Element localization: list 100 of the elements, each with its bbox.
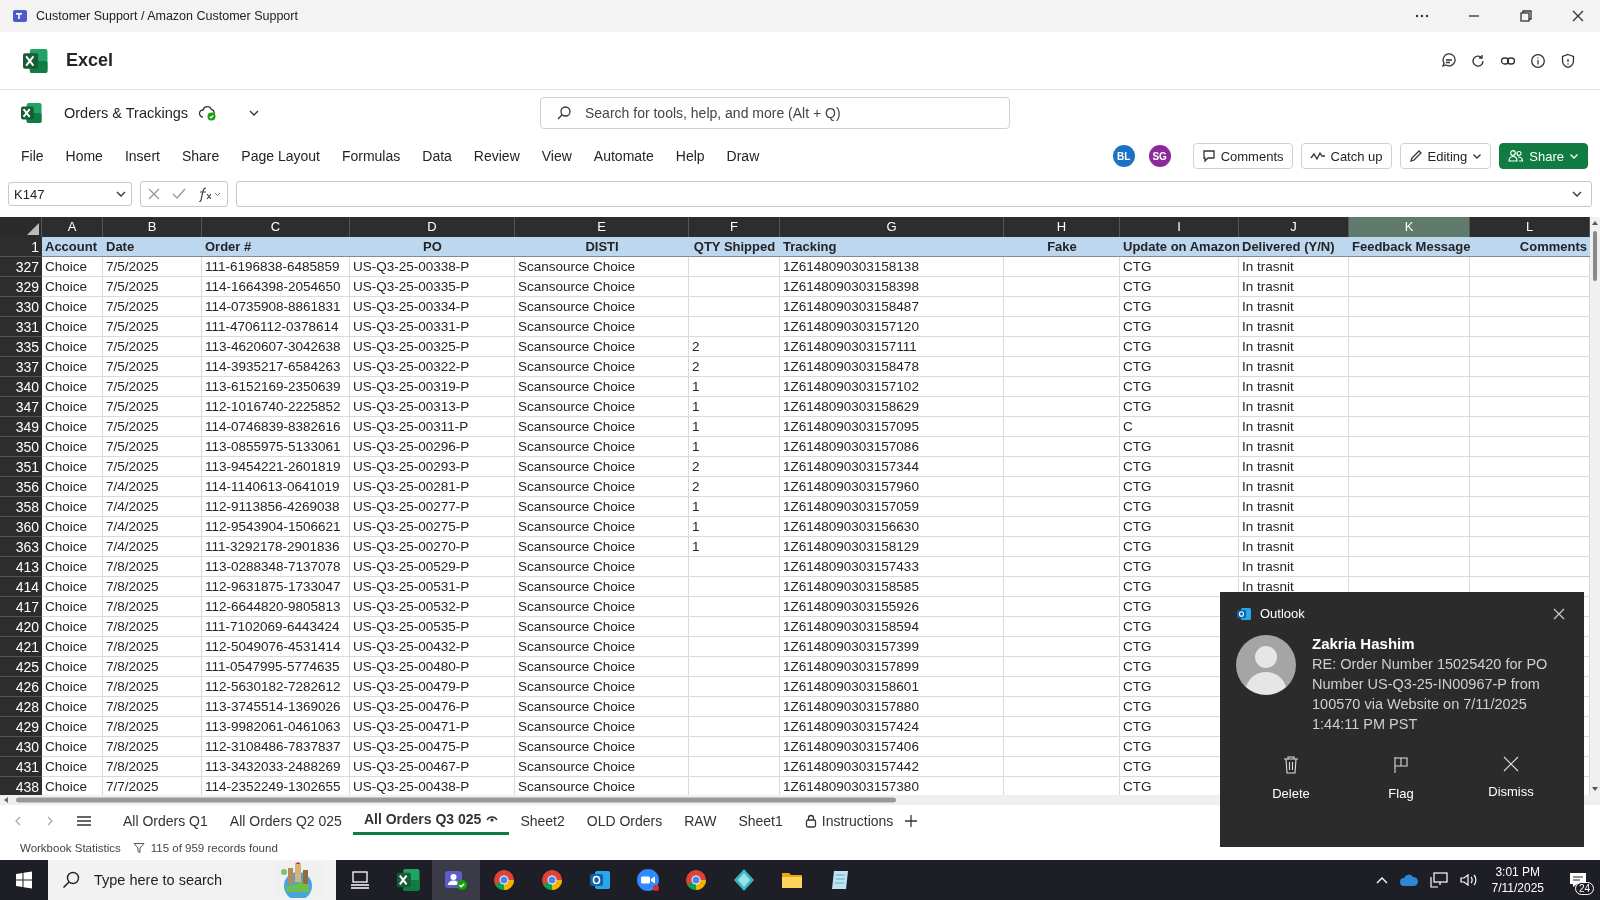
menu-tab[interactable]: Formulas (341, 148, 401, 164)
row-number[interactable]: 349 (0, 417, 42, 437)
avatar[interactable]: BL (1112, 145, 1135, 167)
row-number[interactable]: 363 (0, 537, 42, 557)
row-number[interactable]: 340 (0, 377, 42, 397)
row-number[interactable]: 330 (0, 297, 42, 317)
avatar[interactable]: SG (1148, 145, 1171, 167)
column-header[interactable]: A (42, 217, 103, 237)
column-header[interactable]: D (350, 217, 515, 237)
catch-up-button[interactable]: Catch up (1300, 143, 1392, 169)
column-header[interactable]: K (1349, 217, 1470, 237)
row-number[interactable]: 430 (0, 737, 42, 757)
browser-icon[interactable] (492, 868, 516, 892)
clock-date[interactable]: 7/11/2025 (1491, 880, 1544, 896)
column-header[interactable]: L (1470, 217, 1590, 237)
row-number[interactable]: 431 (0, 757, 42, 777)
restore-icon[interactable] (1518, 8, 1534, 24)
browser-icon[interactable] (684, 868, 708, 892)
name-box[interactable]: K147 (8, 182, 132, 206)
menu-tab[interactable]: Insert (124, 148, 160, 164)
mail-icon[interactable] (588, 868, 612, 892)
menu-tab[interactable]: Draw (726, 148, 760, 164)
speaker-icon[interactable] (1458, 871, 1479, 889)
sheet-tab[interactable]: Instructions (793, 806, 905, 835)
row-number[interactable]: 351 (0, 457, 42, 477)
menu-tab[interactable]: Data (422, 148, 452, 164)
task-view-icon[interactable] (349, 869, 371, 891)
menu-tab[interactable]: Review (473, 148, 520, 164)
row-number[interactable]: 413 (0, 557, 42, 577)
delete-button[interactable]: Delete (1246, 752, 1336, 805)
check-icon[interactable] (171, 187, 187, 201)
menu-tab[interactable]: View (541, 148, 572, 164)
formula-field[interactable] (236, 181, 1592, 207)
row-number[interactable]: 426 (0, 677, 42, 697)
row-number[interactable]: 335 (0, 337, 42, 357)
function-icon[interactable] (197, 186, 221, 202)
column-header[interactable]: G (780, 217, 1004, 237)
row-number[interactable]: 421 (0, 637, 42, 657)
column-header[interactable]: H (1004, 217, 1120, 237)
row-number[interactable]: 356 (0, 477, 42, 497)
row-number[interactable]: 425 (0, 657, 42, 677)
row-number[interactable]: 420 (0, 617, 42, 637)
column-header[interactable]: J (1239, 217, 1349, 237)
diamond-icon[interactable] (732, 868, 756, 892)
row-number[interactable]: 1 (0, 237, 42, 257)
row-number[interactable]: 337 (0, 357, 42, 377)
row-number[interactable]: 414 (0, 577, 42, 597)
row-number[interactable]: 347 (0, 397, 42, 417)
comment-icon[interactable] (1440, 52, 1456, 69)
close-icon[interactable] (1570, 8, 1586, 24)
search-field[interactable]: Search for tools, help, and more (Alt + Q) (540, 97, 1010, 129)
menu-tab[interactable]: Help (675, 148, 705, 164)
sheet-tab[interactable]: All Orders Q3 025 (352, 806, 510, 835)
flag-button[interactable]: Flag (1356, 752, 1446, 805)
menu-icon[interactable] (76, 813, 92, 828)
row-number[interactable]: 360 (0, 517, 42, 537)
column-header[interactable]: I (1120, 217, 1239, 237)
row-number[interactable]: 428 (0, 697, 42, 717)
menu-tab[interactable]: Home (65, 148, 103, 164)
menu-tab[interactable]: Share (181, 148, 220, 164)
row-number[interactable]: 358 (0, 497, 42, 517)
video-call-icon[interactable] (636, 868, 660, 892)
row-number[interactable]: 417 (0, 597, 42, 617)
column-header[interactable]: F (689, 217, 780, 237)
column-header[interactable]: C (202, 217, 350, 237)
sheet-tab[interactable]: OLD Orders (575, 806, 674, 835)
sheet-tab[interactable]: Sheet2 (509, 806, 576, 835)
column-header[interactable]: E (515, 217, 689, 237)
clock-time[interactable]: 3:01 PM (1495, 864, 1541, 880)
cloud-icon[interactable] (1398, 873, 1419, 887)
browser-icon[interactable] (540, 868, 564, 892)
select-all-icon[interactable] (27, 223, 39, 235)
row-number[interactable]: 327 (0, 257, 42, 277)
column-header[interactable]: B (103, 217, 202, 237)
row-number[interactable]: 329 (0, 277, 42, 297)
sheet-tab[interactable]: RAW (673, 806, 728, 835)
shield-icon[interactable] (1560, 52, 1576, 69)
menu-tab[interactable]: Page Layout (241, 148, 320, 164)
sheet-tab[interactable]: All Orders Q1 (112, 806, 219, 835)
status-text[interactable]: Workbook Statistics (20, 842, 121, 854)
row-number[interactable]: 429 (0, 717, 42, 737)
close-icon[interactable] (1552, 606, 1566, 621)
menu-tab[interactable]: Automate (593, 148, 654, 164)
dismiss-button[interactable]: Dismiss (1466, 752, 1556, 805)
info-icon[interactable] (1530, 52, 1546, 69)
editing-button[interactable]: Editing (1399, 143, 1492, 169)
comments-button[interactable]: Comments (1192, 143, 1293, 169)
sheet-tab[interactable]: All Orders Q2 025 (218, 806, 353, 835)
start-icon[interactable] (15, 871, 33, 889)
sheet-tab[interactable]: Sheet1 (727, 806, 794, 835)
menu-tab[interactable]: File (21, 148, 44, 164)
chat-app-icon[interactable] (443, 868, 469, 892)
taskbar-search-field[interactable]: Type here to search (48, 860, 336, 900)
network-icon[interactable] (1428, 871, 1449, 889)
row-number[interactable]: 438 (0, 777, 42, 795)
document-title[interactable]: Orders & Trackings (64, 105, 189, 121)
row-number[interactable]: 331 (0, 317, 42, 337)
add-icon[interactable] (904, 813, 919, 828)
share-button[interactable]: Share (1499, 143, 1588, 169)
row-number[interactable]: 350 (0, 437, 42, 457)
